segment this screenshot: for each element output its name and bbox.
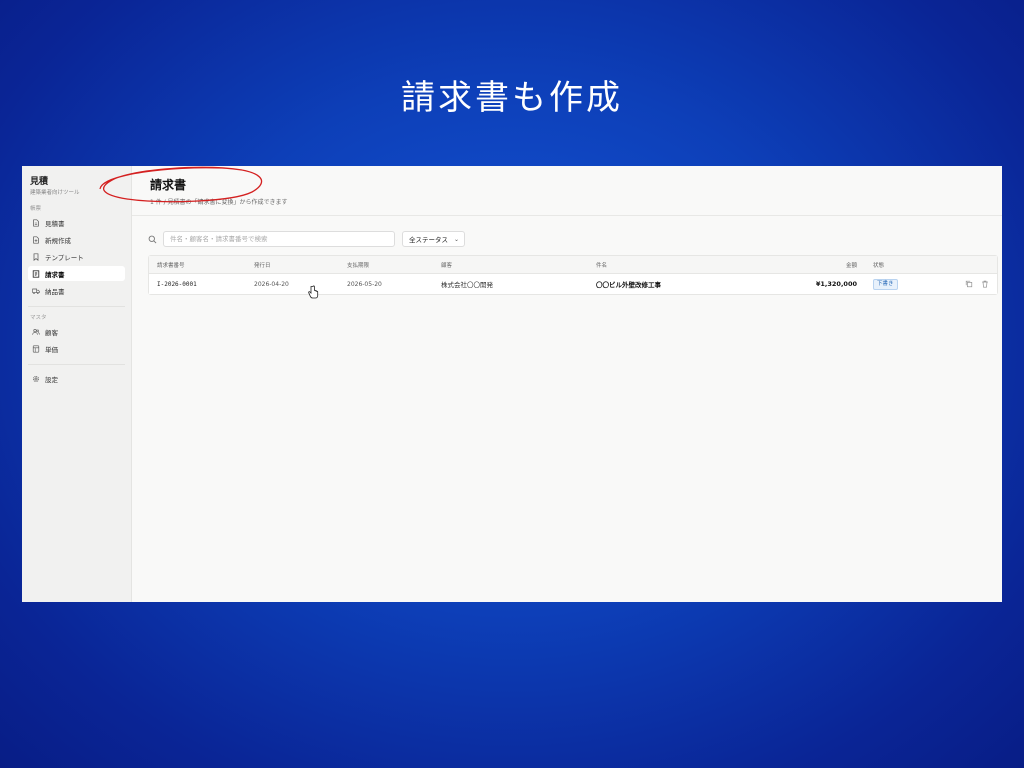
column-header-status[interactable]: 状態 xyxy=(873,261,884,269)
document-icon xyxy=(31,218,40,227)
invoice-table: 請求書番号 発行日 支払期限 顧客 件名 金額 状態 I-2026-0001 2… xyxy=(148,255,998,295)
sidebar: 見積 建築業者向けツール 帳票 見積書 新規作成 テンプレート 請求書 納品書 … xyxy=(22,166,132,602)
status-filter-select[interactable]: 全ステータス ⌄ xyxy=(402,231,466,247)
trash-icon[interactable] xyxy=(981,280,989,288)
column-header-amount[interactable]: 金額 xyxy=(846,261,857,269)
annotation-ellipse xyxy=(99,166,263,203)
cell-amount: ¥1,320,000 xyxy=(815,280,857,288)
sidebar-item-label: 顧客 xyxy=(45,328,58,337)
column-header-number[interactable]: 請求書番号 xyxy=(157,261,185,269)
column-header-due-date[interactable]: 支払期限 xyxy=(347,261,369,269)
hand-cursor-icon xyxy=(308,285,319,299)
sidebar-item-prices[interactable]: 単価 xyxy=(28,341,125,356)
bookmark-icon xyxy=(31,252,40,261)
page-title: 請求書 xyxy=(150,178,187,192)
page-header: 請求書 1 件 / 見積書の「請求書に変換」から作成できます xyxy=(99,166,1002,216)
sidebar-divider xyxy=(28,364,125,365)
users-icon xyxy=(31,327,40,336)
sidebar-item-label: 単価 xyxy=(45,345,58,354)
slide-title: 請求書も作成 xyxy=(401,78,623,118)
sidebar-item-label: 見積書 xyxy=(45,219,65,228)
sidebar-divider xyxy=(28,306,125,307)
status-filter-value: 全ステータス xyxy=(409,236,448,244)
sidebar-item-label: テンプレート xyxy=(45,253,84,262)
sidebar-item-label: 納品書 xyxy=(45,287,65,296)
cell-issue-date: 2026-04-20 xyxy=(254,280,289,288)
search-icon xyxy=(148,234,158,244)
sidebar-item-customers[interactable]: 顧客 xyxy=(28,324,125,339)
gear-icon xyxy=(31,374,40,383)
sidebar-item-quotes[interactable]: 見積書 xyxy=(28,215,125,230)
sidebar-item-label: 設定 xyxy=(45,375,58,384)
cell-number[interactable]: I-2026-0001 xyxy=(157,281,197,288)
document-plus-icon xyxy=(31,235,40,244)
chevron-down-icon: ⌄ xyxy=(454,235,460,243)
cell-customer: 株式会社〇〇開発 xyxy=(441,281,493,289)
invoice-icon xyxy=(31,269,40,278)
sidebar-item-delivery[interactable]: 納品書 xyxy=(28,283,125,298)
sidebar-item-settings[interactable]: 設定 xyxy=(28,371,125,386)
page-subtitle: 1 件 / 見積書の「請求書に変換」から作成できます xyxy=(150,199,288,206)
app-window: 見積 建築業者向けツール 帳票 見積書 新規作成 テンプレート 請求書 納品書 … xyxy=(22,166,1002,602)
sidebar-item-label: 新規作成 xyxy=(45,236,71,245)
status-badge: 下書き xyxy=(873,278,898,290)
sidebar-item-templates[interactable]: テンプレート xyxy=(28,249,125,264)
sidebar-item-invoices[interactable]: 請求書 xyxy=(28,266,125,281)
cell-subject: 〇〇ビル外壁改修工事 xyxy=(596,281,661,289)
truck-icon xyxy=(31,286,40,295)
column-header-customer[interactable]: 顧客 xyxy=(441,261,452,269)
price-list-icon xyxy=(31,344,40,353)
column-header-subject[interactable]: 件名 xyxy=(596,261,607,269)
main-content: 請求書 1 件 / 見積書の「請求書に変換」から作成できます 全ステータス ⌄ … xyxy=(99,166,1002,602)
copy-icon[interactable] xyxy=(965,280,973,288)
table-row[interactable]: I-2026-0001 2026-04-20 2026-05-20 株式会社〇〇… xyxy=(149,274,997,294)
table-header: 請求書番号 発行日 支払期限 顧客 件名 金額 状態 xyxy=(149,256,997,274)
sidebar-item-new[interactable]: 新規作成 xyxy=(28,232,125,247)
section-label-master: マスタ xyxy=(30,315,47,321)
toolbar: 全ステータス ⌄ xyxy=(132,216,1002,249)
search-input[interactable] xyxy=(163,231,395,247)
cell-due-date: 2026-05-20 xyxy=(347,280,382,288)
column-header-issue-date[interactable]: 発行日 xyxy=(254,261,271,269)
sidebar-item-label: 請求書 xyxy=(45,270,65,279)
